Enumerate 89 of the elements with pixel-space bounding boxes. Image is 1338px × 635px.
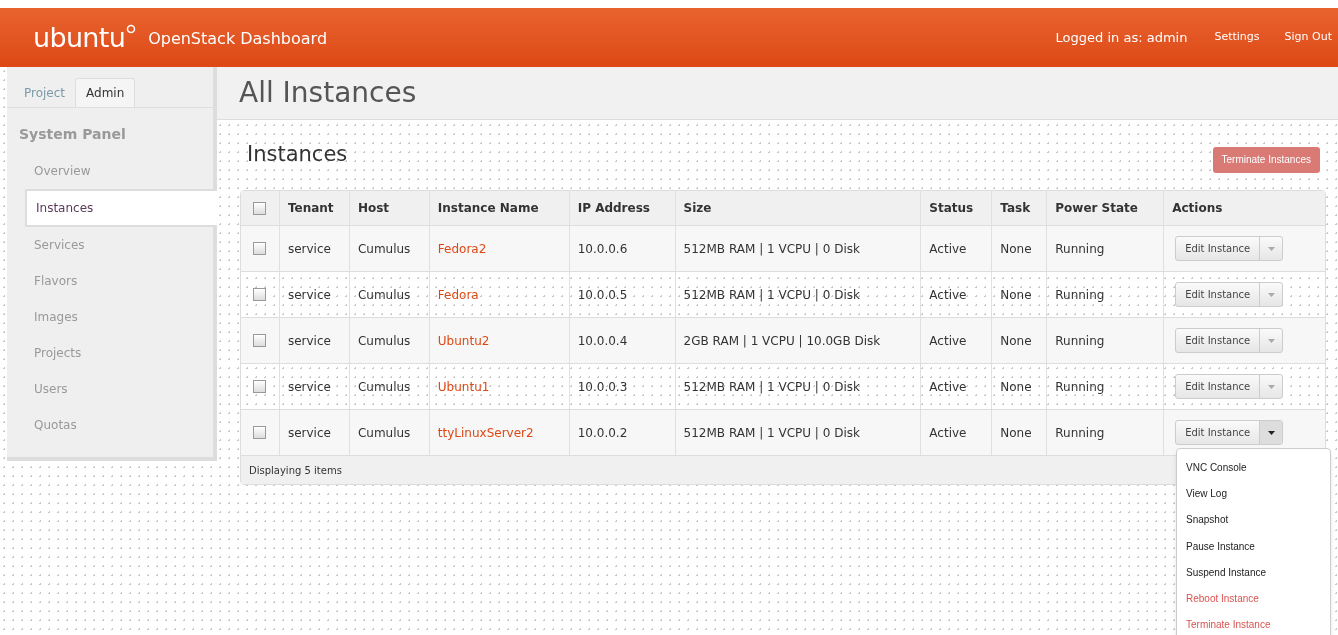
column-header: Instance Name bbox=[429, 191, 570, 225]
column-header: Size bbox=[675, 191, 922, 225]
menu-item[interactable]: Suspend Instance bbox=[1177, 559, 1330, 586]
table-cell-text: Cumulus bbox=[357, 332, 411, 350]
table-cell-text: None bbox=[1000, 378, 1032, 396]
app-title: OpenStack Dashboard bbox=[148, 27, 328, 50]
table-cell-text: Active bbox=[929, 424, 967, 442]
sidebar-item[interactable]: Services bbox=[34, 227, 213, 263]
table-cell-text: Running bbox=[1055, 378, 1105, 396]
table-footer-text: Displaying 5 items bbox=[249, 463, 342, 478]
table-cell-text: Active bbox=[929, 378, 967, 396]
menu-item[interactable]: Pause Instance bbox=[1177, 532, 1330, 560]
sidebar-item[interactable]: Users bbox=[34, 371, 213, 407]
menu-item[interactable]: Terminate Instance bbox=[1177, 611, 1330, 635]
sidebar-item[interactable]: Quotas bbox=[34, 407, 213, 443]
table-cell-text: 10.0.0.2 bbox=[577, 424, 628, 442]
logged-in-text: Logged in as: admin bbox=[1055, 28, 1188, 47]
dropdown-toggle[interactable] bbox=[1259, 421, 1283, 444]
column-header: Status bbox=[921, 191, 993, 225]
table-cell-text: Running bbox=[1055, 240, 1105, 258]
table-cell-text: Active bbox=[929, 332, 967, 350]
table-cell-text: None bbox=[1000, 332, 1032, 350]
column-header: IP Address bbox=[569, 191, 676, 225]
caret-icon bbox=[1267, 338, 1275, 343]
menu-item[interactable]: Snapshot bbox=[1177, 506, 1330, 533]
checkbox[interactable] bbox=[253, 201, 267, 215]
table-cell-text: Cumulus bbox=[357, 286, 411, 304]
instance-link[interactable]: Fedora bbox=[437, 285, 479, 304]
table-cell-text: None bbox=[1000, 286, 1032, 304]
table-cell-text: Running bbox=[1055, 424, 1105, 442]
table-cell-text: None bbox=[1000, 240, 1032, 258]
table-cell-text: Cumulus bbox=[357, 378, 411, 396]
menu-item[interactable]: View Log bbox=[1177, 480, 1330, 507]
logo: ubuntu bbox=[33, 24, 126, 51]
checkbox[interactable] bbox=[253, 242, 267, 255]
checkbox[interactable] bbox=[253, 334, 267, 347]
table-cell-text: 512MB RAM | 1 VCPU | 0 Disk bbox=[683, 378, 860, 396]
section-title: Instances bbox=[247, 141, 348, 169]
sidebar-item[interactable]: Instances bbox=[25, 189, 217, 227]
sidebar-item[interactable]: Images bbox=[34, 299, 213, 335]
caret-icon bbox=[1267, 430, 1275, 435]
table-cell-text: service bbox=[287, 240, 331, 258]
table-cell-text: service bbox=[287, 332, 331, 350]
header-link[interactable]: Sign Out bbox=[1284, 29, 1332, 46]
header-link[interactable]: Settings bbox=[1214, 29, 1260, 46]
table-cell-text: service bbox=[287, 424, 331, 442]
table-cell-text: 2GB RAM | 1 VCPU | 10.0GB Disk bbox=[683, 332, 881, 350]
caret-icon bbox=[1267, 246, 1275, 251]
sidebar-tab[interactable]: Admin bbox=[75, 78, 136, 107]
table-cell-text: 10.0.0.6 bbox=[577, 240, 628, 258]
sidebar-tab[interactable]: Project bbox=[14, 78, 76, 107]
menu-item[interactable]: Reboot Instance bbox=[1177, 585, 1330, 612]
table-cell-text: Running bbox=[1055, 332, 1105, 350]
column-header: Host bbox=[349, 191, 430, 225]
checkbox[interactable] bbox=[253, 380, 267, 393]
table-cell-text: Active bbox=[929, 240, 967, 258]
table-cell-text: service bbox=[287, 286, 331, 304]
checkbox[interactable] bbox=[253, 426, 267, 439]
caret-icon bbox=[1267, 292, 1275, 297]
column-header: Actions bbox=[1171, 200, 1224, 217]
column-header: Power State bbox=[1047, 191, 1165, 225]
table-cell-text: Cumulus bbox=[357, 424, 411, 442]
terminate-instances-button[interactable]: Terminate Instances bbox=[1212, 146, 1320, 173]
table-cell-text: 512MB RAM | 1 VCPU | 0 Disk bbox=[683, 424, 860, 442]
menu-item[interactable]: VNC Console bbox=[1177, 454, 1330, 481]
panel-title: System Panel bbox=[19, 125, 127, 144]
table-cell-text: service bbox=[287, 378, 331, 396]
sidebar-item[interactable]: Overview bbox=[34, 153, 213, 189]
instance-link[interactable]: Ubuntu1 bbox=[437, 377, 490, 396]
checkbox[interactable] bbox=[253, 288, 267, 301]
instance-link[interactable]: Ubuntu2 bbox=[437, 331, 490, 350]
table-cell-text: 512MB RAM | 1 VCPU | 0 Disk bbox=[683, 240, 860, 258]
caret-icon bbox=[1267, 384, 1275, 389]
circle-of-friends-icon bbox=[126, 24, 137, 34]
table-cell-text: Cumulus bbox=[357, 240, 411, 258]
column-header: Tenant bbox=[279, 191, 350, 225]
page-title: All Instances bbox=[239, 75, 417, 111]
column-header: Task bbox=[992, 191, 1048, 225]
table-cell-text: 512MB RAM | 1 VCPU | 0 Disk bbox=[683, 286, 860, 304]
table-cell-text: 10.0.0.3 bbox=[577, 378, 628, 396]
instance-link[interactable]: ttyLinuxServer2 bbox=[437, 423, 534, 442]
table-cell-text: Running bbox=[1055, 286, 1105, 304]
table-cell-text: None bbox=[1000, 424, 1032, 442]
instance-link[interactable]: Fedora2 bbox=[437, 239, 487, 258]
table-cell-text: 10.0.0.4 bbox=[577, 332, 628, 350]
table-cell-text: 10.0.0.5 bbox=[577, 286, 628, 304]
sidebar-item[interactable]: Flavors bbox=[34, 263, 213, 299]
sidebar-item[interactable]: Projects bbox=[34, 335, 213, 371]
table-cell-text: Active bbox=[929, 286, 967, 304]
